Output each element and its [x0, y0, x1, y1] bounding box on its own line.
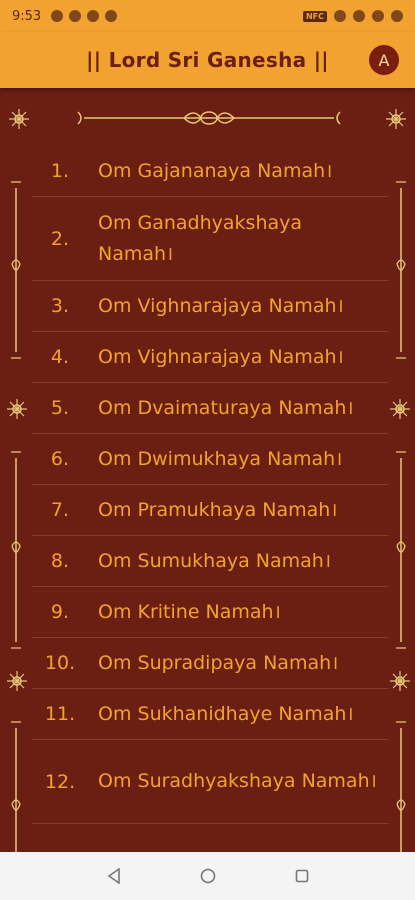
- border-ornament-icon: [396, 181, 406, 359]
- item-text: Om Vighnarajaya Namah।: [98, 345, 344, 368]
- item-number: 3.: [50, 295, 70, 317]
- status-bar: 9:53 NFC: [0, 0, 415, 32]
- recents-icon[interactable]: [290, 864, 314, 888]
- nfc-icon: NFC: [302, 10, 327, 22]
- item-text: Om Gajananaya Namah।: [98, 159, 333, 182]
- item-number: 6.: [50, 448, 70, 470]
- content-area[interactable]: 1. Om Gajananaya Namah। 2. Om Ganadhyaks…: [0, 88, 415, 852]
- signal-icon: [372, 10, 384, 22]
- item-text: Om Kritine Namah।: [98, 600, 281, 623]
- item-text: Om Vighnarajaya Namah।: [98, 294, 344, 317]
- border-ornament-icon: [396, 721, 406, 852]
- page-title: || Lord Sri Ganesha ||: [86, 48, 329, 72]
- item-number: 5.: [50, 397, 70, 419]
- border-ornament-icon: [11, 721, 21, 852]
- item-number: 12.: [44, 770, 76, 793]
- list-item[interactable]: 5. Om Dvaimaturaya Namah।: [32, 383, 388, 434]
- list-item[interactable]: 7. Om Pramukhaya Namah।: [32, 485, 388, 536]
- item-number: 10.: [44, 652, 76, 674]
- item-text: Om Ganadhyakshaya Namah।: [98, 211, 303, 265]
- notification-icon: [87, 10, 100, 22]
- rosette-icon: [386, 109, 406, 129]
- home-icon[interactable]: [196, 864, 220, 888]
- item-number: 2.: [50, 227, 70, 250]
- rosette-icon: [390, 671, 410, 691]
- status-time: 9:53: [12, 8, 42, 24]
- wifi-icon: [353, 10, 365, 22]
- item-text: Om Suradhyakshaya Namah।: [98, 770, 377, 792]
- border-ornament-icon: [11, 451, 21, 649]
- mute-icon: [334, 10, 346, 22]
- app-icon: [105, 10, 118, 22]
- item-text: Om Sukhanidhaye Namah।: [98, 702, 354, 725]
- location-icon: [51, 10, 64, 22]
- item-number: 4.: [50, 346, 70, 368]
- list-item[interactable]: 3. Om Vighnarajaya Namah।: [32, 281, 388, 332]
- avatar[interactable]: A: [369, 45, 399, 75]
- border-ornament-icon: [396, 451, 406, 649]
- item-text: Om Supradipaya Namah।: [98, 651, 339, 674]
- item-number: 1.: [50, 160, 70, 182]
- list-item[interactable]: 6. Om Dwimukhaya Namah।: [32, 434, 388, 485]
- names-list: 1. Om Gajananaya Namah। 2. Om Ganadhyaks…: [32, 146, 388, 824]
- rosette-icon: [7, 399, 27, 419]
- list-item[interactable]: 8. Om Sumukhaya Namah।: [32, 536, 388, 587]
- item-text: Om Sumukhaya Namah।: [98, 549, 332, 572]
- list-item[interactable]: 4. Om Vighnarajaya Namah।: [32, 332, 388, 383]
- border-ornament-icon: [11, 181, 21, 359]
- item-number: 8.: [50, 550, 70, 572]
- item-number: 9.: [50, 601, 70, 623]
- item-text: Om Dwimukhaya Namah।: [98, 447, 343, 470]
- item-number: 11.: [44, 703, 76, 725]
- battery-icon: [391, 10, 403, 22]
- rosette-icon: [9, 109, 29, 129]
- item-number: 7.: [50, 499, 70, 521]
- item-text: Om Dvaimaturaya Namah।: [98, 396, 354, 419]
- list-item[interactable]: 12. Om Suradhyakshaya Namah।: [32, 740, 388, 824]
- list-item[interactable]: 2. Om Ganadhyakshaya Namah।: [32, 197, 388, 281]
- list-item[interactable]: 10. Om Supradipaya Namah।: [32, 638, 388, 689]
- back-icon[interactable]: [102, 864, 126, 888]
- rosette-icon: [390, 399, 410, 419]
- whatsapp-icon: [69, 10, 82, 22]
- list-item[interactable]: 9. Om Kritine Namah।: [32, 587, 388, 638]
- app-bar: || Lord Sri Ganesha || A: [0, 32, 415, 88]
- rosette-icon: [7, 671, 27, 691]
- list-item[interactable]: 11. Om Sukhanidhaye Namah।: [32, 689, 388, 740]
- navigation-bar: [0, 852, 415, 900]
- list-item[interactable]: 1. Om Gajananaya Namah।: [32, 146, 388, 197]
- divider-ornament-icon: [77, 111, 341, 125]
- item-text: Om Pramukhaya Namah।: [98, 498, 338, 521]
